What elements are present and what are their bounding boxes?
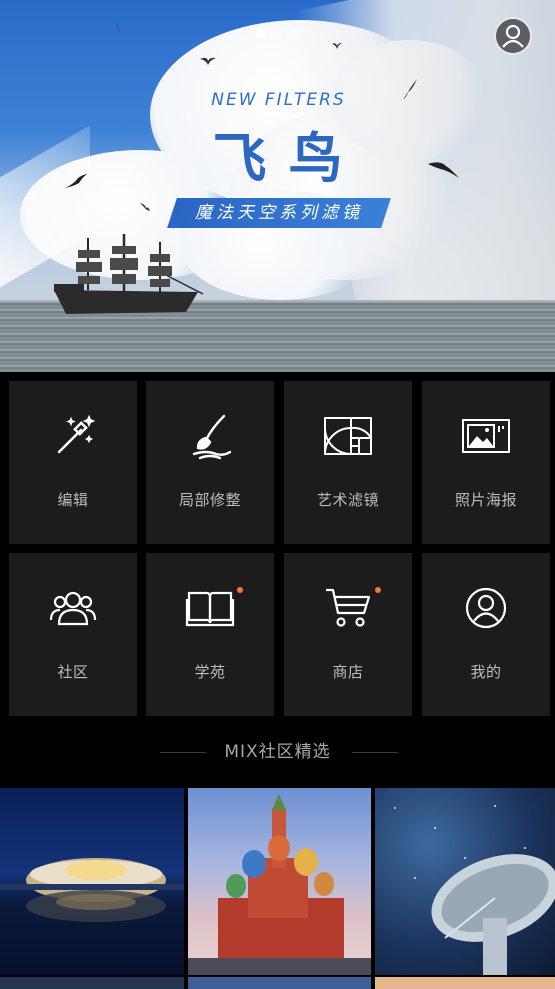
photo-cathedral xyxy=(188,794,371,975)
divider xyxy=(160,752,206,753)
magic-wand-icon xyxy=(57,414,96,454)
featured-photo[interactable] xyxy=(188,788,371,975)
carousel-dot[interactable] xyxy=(290,29,299,38)
section-header: MIX社区精选 xyxy=(0,738,555,766)
brush-icon xyxy=(192,414,232,460)
tile-label: 艺术滤镜 xyxy=(316,491,379,509)
ship-illustration xyxy=(54,234,204,314)
book-icon xyxy=(185,591,235,627)
profile-icon xyxy=(465,587,507,629)
tile-label: 局部修整 xyxy=(178,491,241,509)
bird-icon xyxy=(332,43,342,49)
tile-art-filter[interactable]: 艺术滤镜 xyxy=(284,381,412,544)
featured-photo[interactable] xyxy=(375,788,555,975)
user-avatar-button[interactable] xyxy=(494,17,532,55)
golden-ratio-icon xyxy=(324,417,372,455)
tile-profile[interactable]: 我的 xyxy=(422,553,550,716)
tile-label: 商店 xyxy=(332,663,364,681)
tile-photo-poster[interactable]: 照片海报 xyxy=(422,381,550,544)
bird-icon xyxy=(140,203,150,211)
banner-ribbon-text: 魔法天空系列滤镜 xyxy=(195,203,363,223)
photo-opera-house xyxy=(0,858,184,922)
bird-icon xyxy=(116,22,120,32)
banner-subtitle: NEW FILTERS xyxy=(211,90,346,110)
featured-photo[interactable] xyxy=(0,788,184,975)
banner-title: 飞鸟 xyxy=(212,126,365,190)
tile-label: 编辑 xyxy=(57,491,89,509)
poster-icon xyxy=(462,419,510,453)
tile-academy[interactable]: 学苑 xyxy=(146,553,274,716)
tile-label: 我的 xyxy=(470,663,502,681)
carousel-dot[interactable] xyxy=(273,29,282,38)
divider xyxy=(352,752,398,753)
promo-banner[interactable]: NEW FILTERS 飞鸟 魔法天空系列滤镜 xyxy=(0,0,555,372)
carousel-indicator xyxy=(256,29,299,38)
cart-icon xyxy=(326,588,371,627)
photo-telescope xyxy=(394,805,555,975)
bird-icon xyxy=(200,57,216,65)
tile-label: 学苑 xyxy=(194,663,226,681)
section-title: MIX社区精选 xyxy=(224,742,331,762)
tile-edit[interactable]: 编辑 xyxy=(9,381,137,544)
tile-label: 社区 xyxy=(57,663,89,681)
tile-local-retouch[interactable]: 局部修整 xyxy=(146,381,274,544)
tile-store[interactable]: 商店 xyxy=(284,553,412,716)
user-avatar-icon xyxy=(494,17,532,55)
tile-label: 照片海报 xyxy=(454,491,517,509)
carousel-dot[interactable] xyxy=(256,29,265,38)
tile-community[interactable]: 社区 xyxy=(9,553,137,716)
community-icon xyxy=(49,591,97,626)
